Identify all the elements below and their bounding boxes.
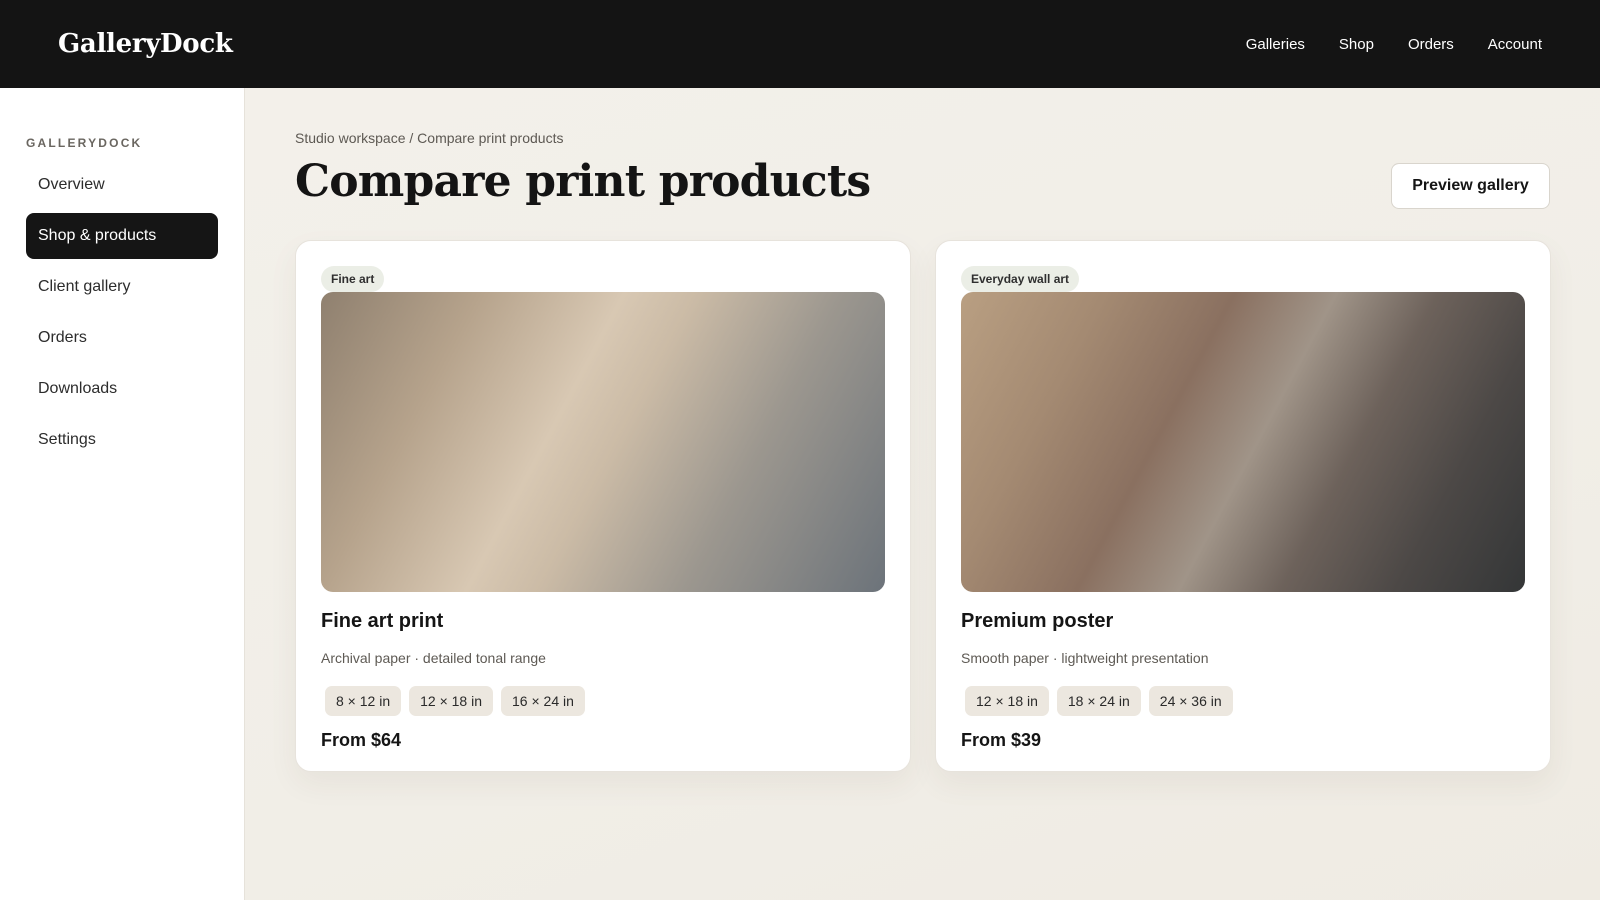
nav-account[interactable]: Account xyxy=(1488,36,1542,53)
product-tag: Everyday wall art xyxy=(961,266,1080,292)
sidebar: GALLERYDOCK Overview Shop & products Cli… xyxy=(0,88,245,900)
size-options: 8 × 12 in 12 × 18 in 16 × 24 in xyxy=(321,686,885,716)
top-nav: Galleries Shop Orders Account xyxy=(1246,36,1542,53)
nav-shop[interactable]: Shop xyxy=(1339,36,1374,53)
breadcrumb: Studio workspace / Compare print product… xyxy=(295,130,564,146)
product-image xyxy=(961,292,1525,592)
top-bar: GalleryDock Galleries Shop Orders Accoun… xyxy=(0,0,1600,88)
size-chip[interactable]: 16 × 24 in xyxy=(501,686,585,716)
product-card-premium-poster[interactable]: Everyday wall art Premium poster Smooth … xyxy=(935,240,1551,772)
product-name: Premium poster xyxy=(961,610,1114,632)
product-tag: Fine art xyxy=(321,266,385,292)
size-chip[interactable]: 24 × 36 in xyxy=(1148,686,1233,716)
sidebar-item-settings[interactable]: Settings xyxy=(26,417,218,463)
size-chip[interactable]: 12 × 18 in xyxy=(409,686,493,716)
product-description: Smooth paper · lightweight presentation xyxy=(961,650,1209,666)
size-chip[interactable]: 8 × 12 in xyxy=(325,686,402,716)
brand-logo[interactable]: GalleryDock xyxy=(58,29,233,59)
product-description: Archival paper · detailed tonal range xyxy=(321,650,546,666)
size-chip[interactable]: 18 × 24 in xyxy=(1056,686,1141,716)
nav-galleries[interactable]: Galleries xyxy=(1246,36,1305,53)
product-image xyxy=(321,292,885,592)
sidebar-item-orders[interactable]: Orders xyxy=(26,315,218,361)
product-price: From $64 xyxy=(321,730,402,750)
sidebar-heading: GALLERYDOCK xyxy=(26,136,143,150)
sidebar-item-shop-products[interactable]: Shop & products xyxy=(26,213,218,259)
size-options: 12 × 18 in 18 × 24 in 24 × 36 in xyxy=(961,686,1525,716)
product-card-fine-art-print[interactable]: Fine art Fine art print Archival paper ·… xyxy=(295,240,911,772)
sidebar-item-client-gallery[interactable]: Client gallery xyxy=(26,264,218,310)
preview-gallery-button[interactable]: Preview gallery xyxy=(1391,163,1550,209)
size-chip[interactable]: 12 × 18 in xyxy=(965,686,1049,716)
sidebar-item-downloads[interactable]: Downloads xyxy=(26,366,218,412)
product-name: Fine art print xyxy=(321,610,444,632)
nav-orders[interactable]: Orders xyxy=(1408,36,1454,53)
page-title: Compare print products xyxy=(295,156,871,207)
product-price: From $39 xyxy=(961,730,1042,750)
sidebar-item-overview[interactable]: Overview xyxy=(26,162,218,208)
main-content: Studio workspace / Compare print product… xyxy=(245,88,1600,900)
